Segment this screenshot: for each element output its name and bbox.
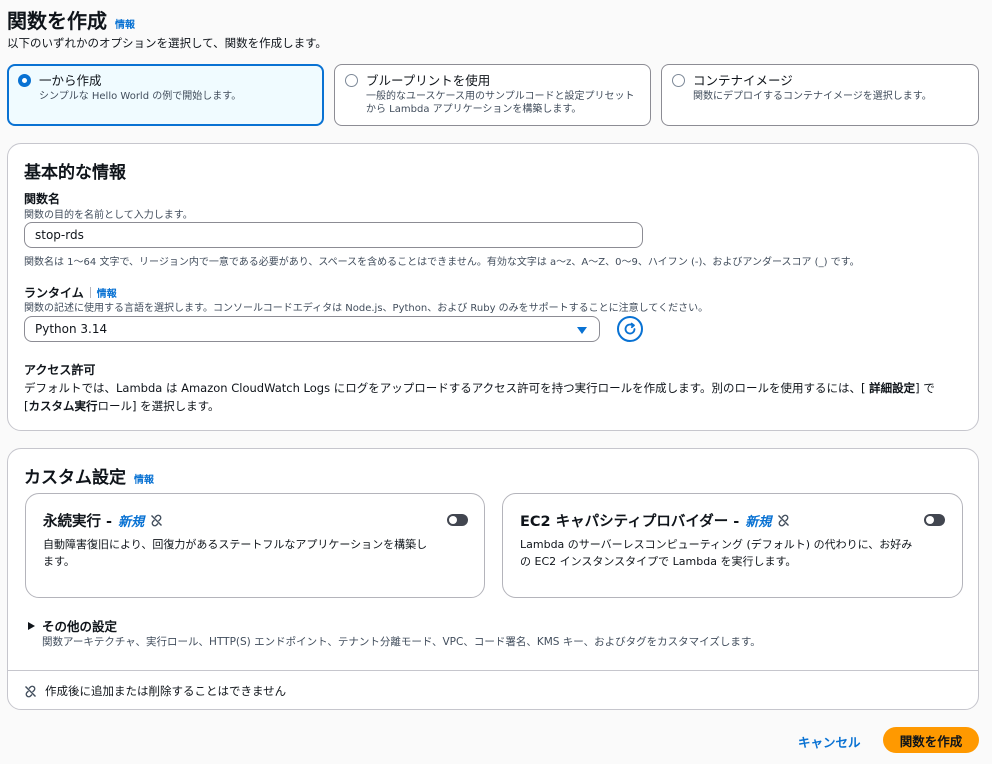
runtime-desc: 関数の記述に使用する言語を選択します。コンソールコードエディタは Node.js… [24,303,709,314]
new-badge: 新規 [745,515,772,530]
option-desc: シンプルな Hello World の例で開始します。 [39,91,242,102]
option-blueprint[interactable]: ブループリントを使用 一般的なユースケース用のサンプルコードと設定プリセット か… [334,64,651,126]
function-name-constraint: 関数名は 1～64 文字で、リージョン内で一意である必要があり、スペースを含める… [24,257,860,268]
page-header: 関数を作成 情報 [7,5,135,34]
divider [89,287,91,298]
access-desc-line1: デフォルトでは、Lambda は Amazon CloudWatch Logs … [24,379,935,397]
durable-title: 永続実行 - 新規 [43,510,163,531]
durable-desc-line2: ます。 [43,555,75,568]
option-desc: 関数にデプロイするコンテナイメージを選択します。 [693,91,932,102]
cancel-button[interactable]: キャンセル [798,732,861,751]
option-desc-line2: から Lambda アプリケーションを構築します。 [366,104,582,115]
access-text: ロール] を選択します。 [97,399,220,413]
section-title: 基本的な情報 [24,163,126,183]
access-text: デフォルトでは、Lambda は Amazon CloudWatch Logs … [24,381,870,395]
runtime-select-value: Python 3.14 [35,322,108,336]
divider [8,670,978,671]
option-title: コンテナイメージ [693,73,793,88]
access-text-bold: カスタム実行 [28,399,98,413]
ec2-desc-line2: の EC2 インスタンスタイプで Lambda を実行します。 [520,555,797,568]
durable-toggle[interactable] [447,514,468,526]
ec2-title-text: EC2 キャパシティプロバイダー - [520,514,740,530]
ec2-toggle[interactable] [924,514,945,526]
access-desc-line2: [カスタム実行ロール] を選択します。 [24,397,220,415]
access-text-bold: 詳細設定 [869,381,916,395]
function-name-input[interactable]: stop-rds [24,222,643,248]
ec2-desc: Lambda のサーバーレスコンピューティング (デフォルト) の代わりに、お好… [520,538,913,551]
caret-down-icon [577,327,587,334]
other-settings-title: その他の設定 [42,619,118,634]
section-title: カスタム設定 [24,468,126,488]
radio-button[interactable] [672,74,685,87]
basic-info-card: 基本的な情報 関数名 関数の目的を名前として入力します。 stop-rds 関数… [7,143,979,431]
refresh-icon [624,322,636,335]
ec2-capacity-card: EC2 キャパシティプロバイダー - 新規 Lambda のサーバーレスコンピュ… [502,493,963,598]
unlink-icon [151,514,163,527]
option-container-image[interactable]: コンテナイメージ 関数にデプロイするコンテナイメージを選択します。 [661,64,979,126]
page-title: 関数を作成 [7,9,107,33]
durable-execution-card: 永続実行 - 新規 自動障害復旧により、回復力があるステートフルなアプリケーショ… [25,493,485,598]
option-title: ブループリントを使用 [366,73,491,88]
refresh-button[interactable] [617,316,643,342]
durable-desc: 自動障害復旧により、回復力があるステートフルなアプリケーションを構築し [43,538,428,551]
new-badge: 新規 [118,515,145,530]
unlink-icon [25,685,36,697]
info-link[interactable]: 情報 [134,471,154,486]
option-title: 一から作成 [39,73,102,88]
option-desc: 一般的なユースケース用のサンプルコードと設定プリセット [366,91,635,102]
runtime-select[interactable]: Python 3.14 [24,316,600,342]
info-link[interactable]: 情報 [115,16,135,31]
option-author-from-scratch[interactable]: 一から作成 シンプルな Hello World の例で開始します。 [7,64,324,126]
access-text: ] で [915,381,935,395]
footer-note: 作成後に追加または削除することはできません [24,683,286,699]
other-settings-expander[interactable]: その他の設定 [28,616,117,635]
create-function-button[interactable]: 関数を作成 [883,727,979,753]
runtime-info-link[interactable]: 情報 [97,285,117,300]
access-label: アクセス許可 [24,363,96,377]
radio-button[interactable] [345,74,358,87]
unlink-icon [778,514,790,527]
custom-title-row: カスタム設定 情報 [24,463,154,488]
durable-title-text: 永続実行 - [43,514,113,530]
footer-note-text: 作成後に追加または削除することはできません [45,684,287,698]
radio-button[interactable] [18,74,31,87]
page-subtitle: 以下のいずれかのオプションを選択して、関数を作成します。 [7,36,327,50]
custom-settings-card: カスタム設定 情報 永続実行 - 新規 自動障害復旧により、回復力があるステート… [7,448,979,710]
function-name-label: 関数名 [24,192,61,206]
caret-right-icon [28,621,35,630]
other-settings-desc: 関数アーキテクチャ、実行ロール、HTTP(S) エンドポイント、テナント分離モー… [42,636,761,648]
function-name-desc: 関数の目的を名前として入力します。 [24,210,193,221]
ec2-title: EC2 キャパシティプロバイダー - 新規 [520,510,790,531]
